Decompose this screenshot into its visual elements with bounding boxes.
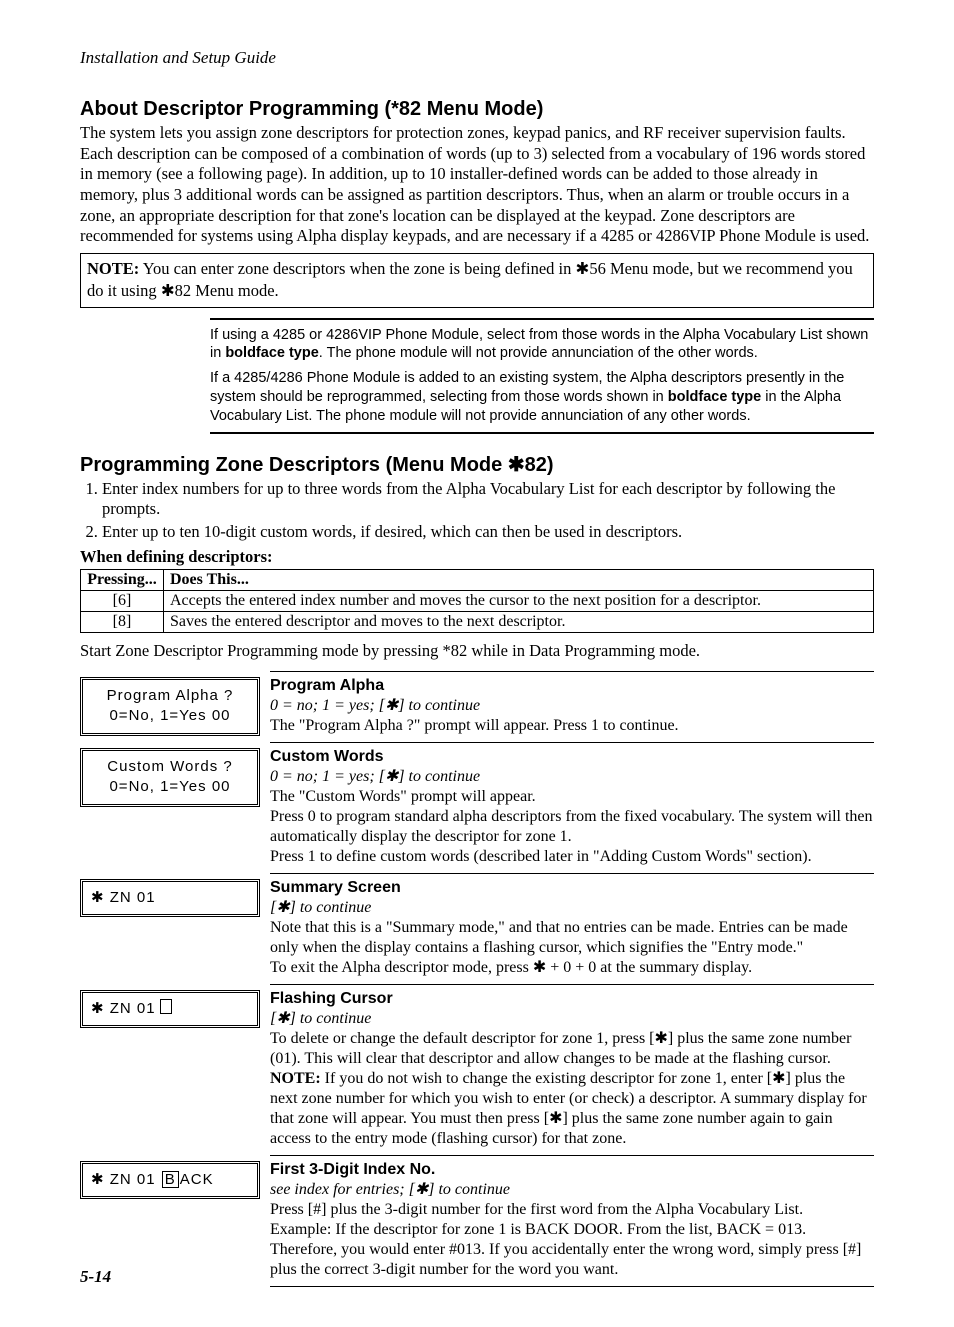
prompt-body: Note that this is a "Summary mode," and … (270, 919, 848, 956)
subhead-defining: When defining descriptors: (80, 547, 874, 567)
section-about-title: About Descriptor Programming (*82 Menu M… (80, 98, 874, 121)
prompt-sub: 0 = no; 1 = yes; [✱] to continue (270, 696, 874, 716)
prompt-body: Therefore, you would enter #013. If you … (270, 1241, 861, 1278)
note-text-c: 82 Menu mode. (175, 281, 279, 300)
section-about-body: The system lets you assign zone descript… (80, 123, 874, 247)
prompt-body: Press 1 to define custom words (describe… (270, 848, 812, 865)
note-text-a: You can enter zone descriptors when the … (139, 259, 575, 278)
prompt-body: To delete or change the default descript… (270, 1030, 851, 1067)
prompt-sub: 0 = no; 1 = yes; [✱] to continue (270, 767, 874, 787)
prompt-sub: [✱] to continue (270, 1009, 874, 1029)
cursor-char-box: B (162, 1171, 179, 1188)
prompt-body: Press [#] plus the 3-digit number for th… (270, 1201, 803, 1218)
inset-p1-bold: boldface type (225, 345, 318, 361)
lcd-line: ✱ ZN 01 (91, 1000, 156, 1017)
prompt-title: Flashing Cursor (270, 989, 874, 1009)
note-body: If you do not wish to change the existin… (270, 1070, 867, 1147)
prompt-title: Summary Screen (270, 878, 874, 898)
press-does: Saves the entered descriptor and moves t… (164, 611, 874, 632)
prompt-sub: [✱] to continue (270, 898, 874, 918)
prompt-title: First 3-Digit Index No. (270, 1160, 874, 1180)
lcd-display: ✱ ZN 01 (80, 879, 260, 917)
table-row: ✱ ZN 01 Flashing Cursor [✱] to continue … (80, 984, 874, 1155)
table-row: Program Alpha ? 0=No, 1=Yes 00 Program A… (80, 671, 874, 742)
prompt-body: Press 0 to program standard alpha descri… (270, 808, 873, 845)
cursor-icon (160, 999, 172, 1014)
table-row: Custom Words ? 0=No, 1=Yes 00 Custom Wor… (80, 742, 874, 873)
step-item: Enter index numbers for up to three word… (102, 479, 874, 520)
table-row: ✱ ZN 01 Summary Screen [✱] to continue N… (80, 873, 874, 984)
after-table-text: Start Zone Descriptor Programming mode b… (80, 641, 874, 661)
section-programming-title: Programming Zone Descriptors (Menu Mode … (80, 452, 874, 477)
lcd-display: Program Alpha ? 0=No, 1=Yes 00 (80, 677, 260, 736)
running-header: Installation and Setup Guide (80, 48, 874, 68)
inset-p1b: . The phone module will not provide annu… (319, 345, 758, 361)
press-table-header-key: Pressing... (81, 569, 164, 590)
prompt-title: Custom Words (270, 747, 874, 767)
prompt-sub: see index for entries; [✱] to continue (270, 1180, 874, 1200)
lcd-display: ✱ ZN 01 BACK (80, 1161, 260, 1199)
press-table-header-does: Does This... (164, 569, 874, 590)
lcd-line: Custom Words ? (107, 758, 232, 775)
lcd-line: 0=No, 1=Yes 00 (109, 778, 230, 795)
table-row: ✱ ZN 01 BACK First 3-Digit Index No. see… (80, 1155, 874, 1286)
lcd-display: Custom Words ? 0=No, 1=Yes 00 (80, 748, 260, 807)
press-key: [6] (81, 590, 164, 611)
prompt-body: The "Custom Words" prompt will appear. (270, 788, 536, 805)
lcd-display: ✱ ZN 01 (80, 990, 260, 1028)
star-icon: ✱ (575, 260, 589, 278)
step-item: Enter up to ten 10-digit custom words, i… (102, 522, 874, 543)
press-key: [8] (81, 611, 164, 632)
phone-module-inset: If using a 4285 or 4286VIP Phone Module,… (210, 318, 874, 434)
steps-list: Enter index numbers for up to three word… (80, 479, 874, 543)
note-label: NOTE: (270, 1070, 321, 1087)
prompt-body: To exit the Alpha descriptor mode, press… (270, 959, 752, 976)
table-row: [6] Accepts the entered index number and… (81, 590, 874, 611)
lcd-prefix: ✱ ZN 01 (91, 1171, 161, 1188)
note-label: NOTE: (87, 259, 139, 278)
lcd-suffix: ACK (180, 1171, 214, 1188)
descriptor-steps-table: Program Alpha ? 0=No, 1=Yes 00 Program A… (80, 671, 874, 1287)
lcd-line: 0=No, 1=Yes 00 (109, 707, 230, 724)
page-number: 5-14 (80, 1267, 111, 1287)
note-box: NOTE: You can enter zone descriptors whe… (80, 253, 874, 308)
press-table: Pressing... Does This... [6] Accepts the… (80, 569, 874, 633)
press-does: Accepts the entered index number and mov… (164, 590, 874, 611)
prompt-title: Program Alpha (270, 676, 874, 696)
inset-p2-bold: boldface type (668, 389, 761, 405)
lcd-line: ✱ ZN 01 (91, 889, 156, 906)
prompt-body: Example: If the descriptor for zone 1 is… (270, 1221, 806, 1238)
table-row: [8] Saves the entered descriptor and mov… (81, 611, 874, 632)
prompt-body: The "Program Alpha ?" prompt will appear… (270, 717, 679, 734)
lcd-line: Program Alpha ? (107, 687, 234, 704)
star-icon: ✱ (161, 282, 175, 300)
